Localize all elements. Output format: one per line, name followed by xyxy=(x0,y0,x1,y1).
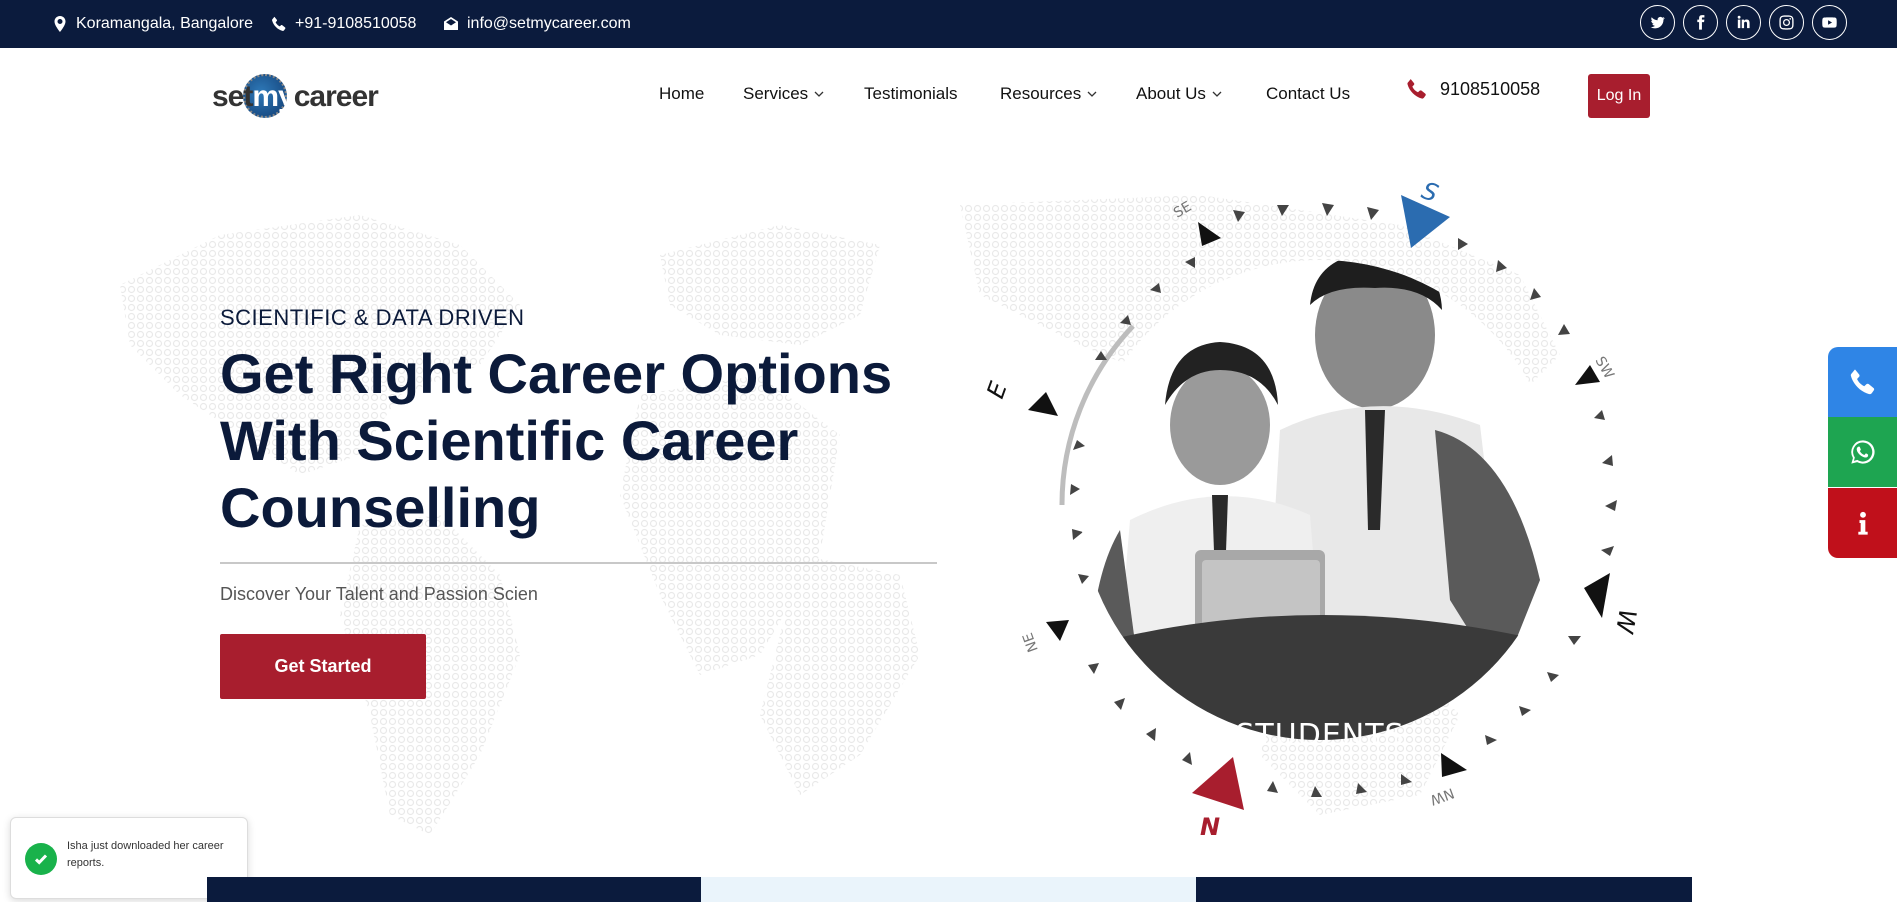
nav-contact-us[interactable]: Contact Us xyxy=(1266,84,1350,104)
feature-card-3 xyxy=(1196,877,1692,902)
chevron-down-icon xyxy=(814,91,824,97)
location-pin-icon xyxy=(54,16,66,32)
nav-services[interactable]: Services xyxy=(743,84,824,104)
hero-divider xyxy=(220,562,937,564)
social-links xyxy=(1640,5,1847,40)
nav-testimonials[interactable]: Testimonials xyxy=(864,84,958,104)
svg-text:E: E xyxy=(981,377,1013,402)
top-bar: Koramangala, Bangalore +91-9108510058 in… xyxy=(0,0,1897,48)
email-text: info@setmycareer.com xyxy=(467,15,631,32)
nav-about-us[interactable]: About Us xyxy=(1136,84,1222,104)
chevron-down-icon xyxy=(1212,91,1222,97)
svg-text:S: S xyxy=(1418,176,1442,208)
nav-home[interactable]: Home xyxy=(659,84,704,104)
envelope-icon xyxy=(444,17,458,30)
twitter-icon[interactable] xyxy=(1640,5,1675,40)
info-icon xyxy=(1857,511,1868,535)
hero-tagline: SCIENTIFIC & DATA DRIVEN xyxy=(220,305,525,330)
compass-ne-arrow xyxy=(1046,620,1069,641)
phone-text: +91-9108510058 xyxy=(295,15,417,32)
compass-nw-arrow xyxy=(1441,753,1467,777)
phone-icon xyxy=(1850,369,1874,395)
compass-se-arrow xyxy=(1198,222,1221,246)
linkedin-icon[interactable] xyxy=(1726,5,1761,40)
students-photo: STUDENTS xyxy=(1080,260,1560,753)
hero-subtext: Discover Your Talent and Passion Scien xyxy=(220,584,538,604)
address-text: Koramangala, Bangalore xyxy=(76,15,254,32)
svg-text:N: N xyxy=(1200,813,1220,841)
svg-text:W: W xyxy=(1610,607,1642,636)
students-compass-graphic: S SE SW E W NE NW N STUDENTS xyxy=(981,176,1642,841)
nav-phone-link[interactable]: 9108510058 xyxy=(1406,78,1540,100)
youtube-icon[interactable] xyxy=(1812,5,1847,40)
svg-text:NW: NW xyxy=(1428,784,1456,807)
compass-west-arrow xyxy=(1584,573,1610,618)
chevron-down-icon xyxy=(1087,91,1097,97)
float-whatsapp-button[interactable] xyxy=(1828,417,1897,487)
address-item: Koramangala, Bangalore xyxy=(52,0,253,48)
feature-card-2 xyxy=(701,877,1196,902)
feature-card-1 xyxy=(207,877,701,902)
phone-link[interactable]: +91-9108510058 xyxy=(271,0,416,48)
email-link[interactable]: info@setmycareer.com xyxy=(443,0,631,48)
phone-icon xyxy=(272,16,286,31)
nav-phone-text: 9108510058 xyxy=(1440,78,1541,99)
float-info-button[interactable] xyxy=(1828,488,1897,558)
svg-text:SE: SE xyxy=(1171,199,1194,222)
facebook-icon[interactable] xyxy=(1683,5,1718,40)
hero-headline: Get Right Career Options With Scientific… xyxy=(220,342,893,539)
compass-north-arrow xyxy=(1192,757,1244,810)
check-circle-icon xyxy=(25,843,57,875)
site-logo[interactable]: setmycareer xyxy=(212,66,379,128)
float-call-button[interactable] xyxy=(1828,347,1897,417)
login-button[interactable]: Log In xyxy=(1588,74,1650,118)
instagram-icon[interactable] xyxy=(1769,5,1804,40)
toast-message: Isha just downloaded her career reports. xyxy=(67,840,224,869)
get-started-button[interactable]: Get Started xyxy=(220,634,426,699)
compass-east-arrow xyxy=(1028,392,1058,416)
whatsapp-icon xyxy=(1850,440,1875,464)
students-badge: STUDENTS xyxy=(1235,718,1404,753)
main-navigation: setmycareer Home Services Testimonials R… xyxy=(0,48,1897,143)
phone-icon xyxy=(1407,79,1426,99)
svg-text:NE: NE xyxy=(1020,630,1042,654)
nav-resources[interactable]: Resources xyxy=(1000,84,1097,104)
